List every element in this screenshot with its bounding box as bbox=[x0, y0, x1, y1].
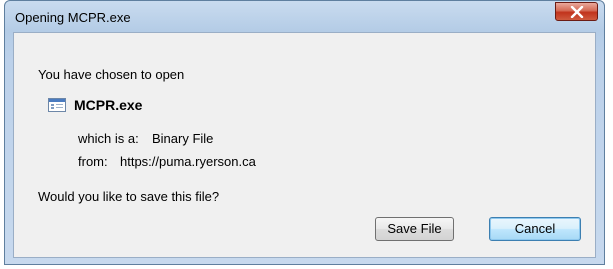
file-type-value: Binary File bbox=[152, 131, 214, 146]
title-bar[interactable]: Opening MCPR.exe bbox=[5, 1, 604, 32]
file-name: MCPR.exe bbox=[74, 97, 143, 113]
save-file-button[interactable]: Save File bbox=[375, 217, 454, 241]
close-icon bbox=[570, 5, 583, 18]
save-question: Would you like to save this file? bbox=[38, 189, 220, 204]
cancel-button[interactable]: Cancel bbox=[489, 217, 581, 241]
file-row: MCPR.exe bbox=[48, 97, 142, 113]
file-source-label: from: bbox=[78, 154, 108, 169]
close-button[interactable] bbox=[555, 2, 598, 21]
window-title: Opening MCPR.exe bbox=[15, 10, 131, 25]
intro-text: You have chosen to open bbox=[38, 67, 185, 82]
application-file-icon bbox=[48, 98, 66, 112]
file-type-label: which is a: bbox=[78, 131, 139, 146]
dialog-content: You have chosen to open MCPR.exe which i… bbox=[13, 32, 596, 258]
download-dialog-window: Opening MCPR.exe You have chosen to open… bbox=[4, 0, 605, 265]
file-source-value: https://puma.ryerson.ca bbox=[120, 154, 256, 169]
